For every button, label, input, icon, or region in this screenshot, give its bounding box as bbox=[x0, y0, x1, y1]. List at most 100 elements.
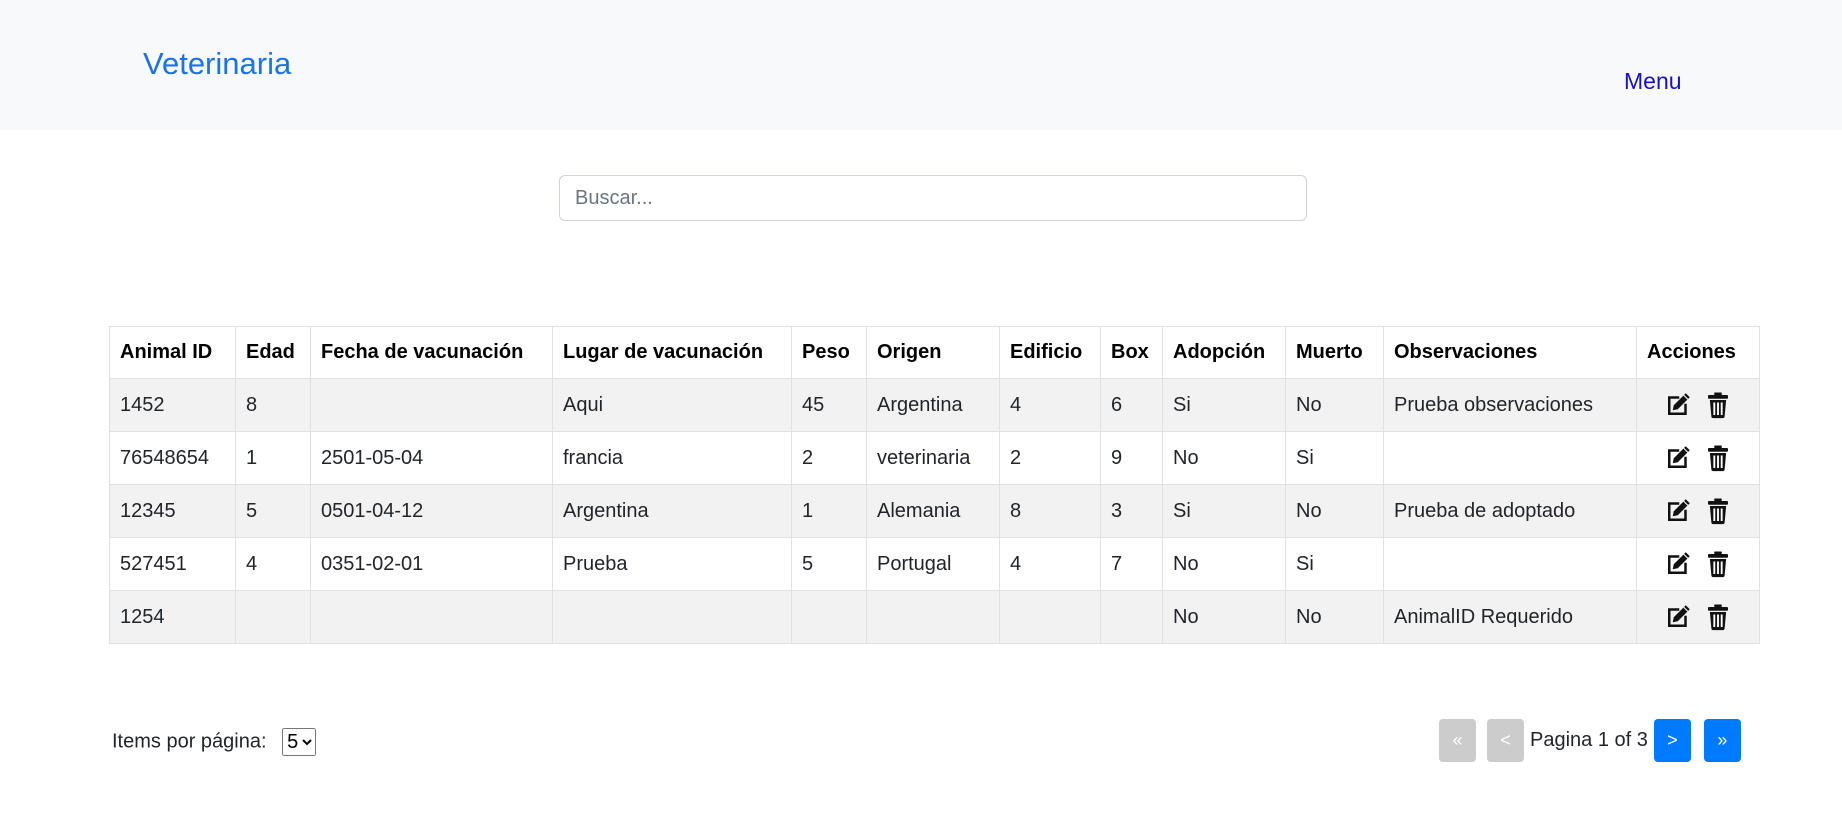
column-header-fecha-vacunacion: Fecha de vacunación bbox=[310, 326, 553, 379]
cell-edificio: 2 bbox=[999, 431, 1101, 485]
trash-icon bbox=[1703, 390, 1733, 420]
delete-button[interactable] bbox=[1703, 390, 1733, 420]
trash-icon bbox=[1703, 602, 1733, 632]
edit-button[interactable] bbox=[1663, 549, 1693, 579]
items-per-page-select[interactable]: 5 bbox=[282, 728, 317, 756]
cell-edad: 8 bbox=[235, 378, 311, 432]
cell-origen: Argentina bbox=[866, 378, 1000, 432]
column-header-muerto: Muerto bbox=[1285, 326, 1384, 379]
cell-observaciones bbox=[1383, 431, 1637, 485]
cell-peso: 2 bbox=[791, 431, 867, 485]
cell-fecha-vacunacion bbox=[310, 590, 553, 644]
column-header-acciones: Acciones bbox=[1636, 326, 1760, 379]
cell-muerto: No bbox=[1285, 378, 1384, 432]
table-body: 1452 8 Aqui 45 Argentina 4 6 Si No Prueba observa… bbox=[109, 378, 1760, 644]
column-header-observaciones: Observaciones bbox=[1383, 326, 1637, 379]
delete-button[interactable] bbox=[1703, 602, 1733, 632]
cell-observaciones: Prueba de adoptado bbox=[1383, 484, 1637, 538]
cell-peso: 5 bbox=[791, 537, 867, 591]
brand-link[interactable]: Veterinaria bbox=[143, 46, 291, 82]
column-header-lugar-vacunacion: Lugar de vacunación bbox=[552, 326, 792, 379]
page-info: Pagina 1 of 3 bbox=[1530, 728, 1648, 751]
navbar: Veterinaria Menu bbox=[0, 0, 1842, 130]
table-row: 12345 5 0501-04-12 Argentina 1 Alemania 8 3 Si No… bbox=[109, 484, 1760, 538]
cell-box: 7 bbox=[1100, 537, 1163, 591]
edit-icon bbox=[1663, 496, 1693, 526]
table-row: 1254 No No AnimalID Requerido bbox=[109, 590, 1760, 644]
cell-acciones bbox=[1636, 431, 1760, 485]
cell-adopcion: Si bbox=[1162, 484, 1286, 538]
delete-button[interactable] bbox=[1703, 496, 1733, 526]
edit-icon bbox=[1663, 390, 1693, 420]
cell-edad bbox=[235, 590, 311, 644]
cell-animal-id: 527451 bbox=[109, 537, 236, 591]
edit-button[interactable] bbox=[1663, 443, 1693, 473]
cell-observaciones: Prueba observaciones bbox=[1383, 378, 1637, 432]
trash-icon bbox=[1703, 443, 1733, 473]
animals-table: Animal ID Edad Fecha de vacunación Lugar… bbox=[109, 326, 1760, 644]
cell-lugar-vacunacion bbox=[552, 590, 792, 644]
trash-icon bbox=[1703, 549, 1733, 579]
cell-adopcion: No bbox=[1162, 590, 1286, 644]
items-per-page-label: Items por página: bbox=[112, 730, 267, 753]
cell-animal-id: 76548654 bbox=[109, 431, 236, 485]
cell-peso: 45 bbox=[791, 378, 867, 432]
table-row: 527451 4 0351-02-01 Prueba 5 Portugal 4 7 No Si bbox=[109, 537, 1760, 591]
cell-observaciones bbox=[1383, 537, 1637, 591]
cell-muerto: Si bbox=[1285, 431, 1384, 485]
cell-edificio: 4 bbox=[999, 537, 1101, 591]
cell-lugar-vacunacion: Argentina bbox=[552, 484, 792, 538]
cell-animal-id: 1452 bbox=[109, 378, 236, 432]
column-header-box: Box bbox=[1100, 326, 1163, 379]
items-per-page: Items por página: 5 bbox=[112, 728, 317, 756]
cell-origen: veterinaria bbox=[866, 431, 1000, 485]
cell-box: 9 bbox=[1100, 431, 1163, 485]
cell-animal-id: 12345 bbox=[109, 484, 236, 538]
cell-box bbox=[1100, 590, 1163, 644]
cell-adopcion: No bbox=[1162, 537, 1286, 591]
edit-button[interactable] bbox=[1663, 602, 1693, 632]
column-header-origen: Origen bbox=[866, 326, 1000, 379]
edit-icon bbox=[1663, 602, 1693, 632]
first-page-button[interactable]: « bbox=[1439, 718, 1476, 762]
cell-box: 6 bbox=[1100, 378, 1163, 432]
cell-peso: 1 bbox=[791, 484, 867, 538]
cell-edificio: 8 bbox=[999, 484, 1101, 538]
cell-lugar-vacunacion: francia bbox=[552, 431, 792, 485]
cell-edad: 4 bbox=[235, 537, 311, 591]
table-row: 1452 8 Aqui 45 Argentina 4 6 Si No Prueba observa… bbox=[109, 378, 1760, 432]
edit-button[interactable] bbox=[1663, 390, 1693, 420]
next-page-button[interactable]: > bbox=[1653, 718, 1691, 762]
cell-acciones bbox=[1636, 590, 1760, 644]
cell-peso bbox=[791, 590, 867, 644]
cell-edificio bbox=[999, 590, 1101, 644]
cell-origen: Alemania bbox=[866, 484, 1000, 538]
column-header-edad: Edad bbox=[235, 326, 311, 379]
cell-muerto: No bbox=[1285, 484, 1384, 538]
table-row: 76548654 1 2501-05-04 francia 2 veterinaria 2 9… bbox=[109, 431, 1760, 485]
search-input[interactable] bbox=[559, 175, 1307, 221]
cell-acciones bbox=[1636, 537, 1760, 591]
menu-link[interactable]: Menu bbox=[1624, 68, 1682, 95]
delete-button[interactable] bbox=[1703, 443, 1733, 473]
cell-adopcion: Si bbox=[1162, 378, 1286, 432]
delete-button[interactable] bbox=[1703, 549, 1733, 579]
cell-origen: Portugal bbox=[866, 537, 1000, 591]
cell-edificio: 4 bbox=[999, 378, 1101, 432]
edit-button[interactable] bbox=[1663, 496, 1693, 526]
last-page-button[interactable]: » bbox=[1703, 718, 1741, 762]
cell-fecha-vacunacion: 2501-05-04 bbox=[310, 431, 553, 485]
edit-icon bbox=[1663, 549, 1693, 579]
column-header-peso: Peso bbox=[791, 326, 867, 379]
cell-box: 3 bbox=[1100, 484, 1163, 538]
table-header-row: Animal ID Edad Fecha de vacunación Lugar… bbox=[109, 326, 1760, 379]
cell-lugar-vacunacion: Prueba bbox=[552, 537, 792, 591]
trash-icon bbox=[1703, 496, 1733, 526]
edit-icon bbox=[1663, 443, 1693, 473]
cell-observaciones: AnimalID Requerido bbox=[1383, 590, 1637, 644]
cell-muerto: No bbox=[1285, 590, 1384, 644]
pagination: « < Pagina 1 of 3 > » bbox=[1439, 718, 1741, 762]
cell-adopcion: No bbox=[1162, 431, 1286, 485]
prev-page-button[interactable]: < bbox=[1487, 718, 1524, 762]
column-header-animal-id: Animal ID bbox=[109, 326, 236, 379]
